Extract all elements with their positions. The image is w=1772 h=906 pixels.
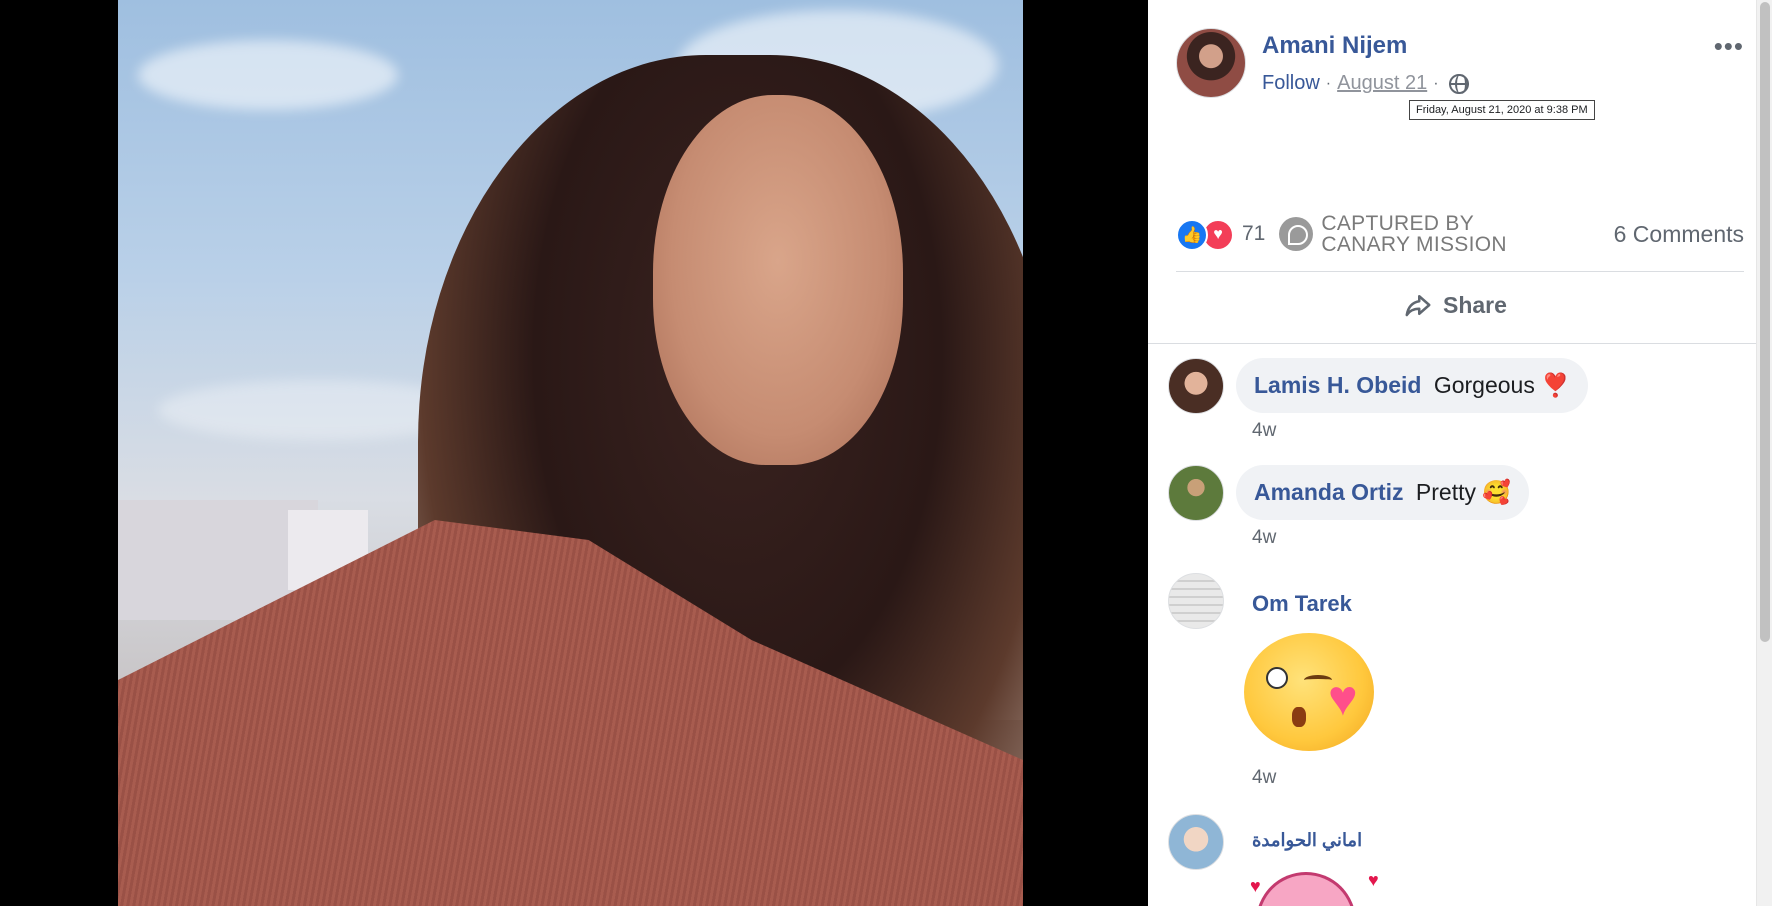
comment: Lamis H. Obeid Gorgeous ❣️ 4w [1168,358,1728,441]
scrollbar-thumb[interactable] [1760,2,1770,642]
comment-time[interactable]: 4w [1252,420,1276,442]
comment-text: Pretty 🥰 [1415,479,1512,505]
reaction-count[interactable]: 71 [1242,222,1265,246]
commenter-name[interactable]: Om Tarek [1252,591,1352,617]
commenter-avatar[interactable] [1168,358,1224,414]
heart-icon: ♥ [1368,870,1379,890]
divider [1148,343,1756,344]
share-label: Share [1443,291,1507,318]
share-icon [1405,295,1431,317]
like-icon: 👍 [1176,219,1208,251]
watermark-text: CAPTURED BY CANARY MISSION [1321,213,1506,255]
date-tooltip: Friday, August 21, 2020 at 9:38 PM [1409,100,1595,120]
commenter-name[interactable]: Lamis H. Obeid [1254,372,1421,398]
author-avatar[interactable] [1176,28,1246,98]
follow-link[interactable]: Follow [1262,72,1320,95]
globe-icon [1448,73,1469,94]
post-meta: Follow · August 21 · [1262,72,1469,95]
comment-text: Gorgeous ❣️ [1433,372,1570,398]
post-header: Amani Nijem Follow · August 21 · ••• [1176,28,1746,108]
comment-bubble: Lamis H. Obeid Gorgeous ❣️ [1236,358,1588,413]
canary-icon [1279,217,1314,251]
comment-bubble: Amanda Ortiz Pretty 🥰 [1236,465,1530,520]
watermark-line1: CAPTURED BY [1321,212,1475,235]
photo-viewer [0,0,1148,906]
share-button[interactable]: Share [1403,290,1507,320]
comment-time[interactable]: 4w [1252,767,1276,789]
more-options-icon[interactable]: ••• [1714,33,1744,59]
comment: Amanda Ortiz Pretty 🥰 4w [1168,465,1728,548]
scrollbar[interactable] [1756,0,1772,906]
commenter-avatar[interactable] [1168,573,1224,629]
commenter-avatar[interactable] [1168,465,1224,521]
reactions-bar: 👍 ♥ 71 CAPTURED BY CANARY MISSION 6 Comm… [1176,210,1744,258]
post-panel: Amani Nijem Follow · August 21 · ••• 👍 ♥… [1148,0,1772,906]
separator: · [1433,74,1439,92]
heart-icon: ♥ [1250,876,1261,896]
comment: اماني الحوامدة ♥ ♥ [1168,814,1728,906]
kiss-wink-emoji-sticker: ♥ [1244,633,1374,751]
watermark-line2: CANARY MISSION [1321,233,1507,256]
pink-character-sticker [1256,872,1356,906]
comments-count-link[interactable]: 6 Comments [1614,221,1744,248]
divider [1176,271,1744,272]
commenter-name[interactable]: اماني الحوامدة [1252,830,1362,851]
reaction-icons[interactable]: 👍 ♥ [1176,217,1234,251]
canary-mission-watermark: CAPTURED BY CANARY MISSION [1279,213,1507,255]
post-photo [118,0,1023,906]
commenter-avatar[interactable] [1168,814,1224,870]
comment-time[interactable]: 4w [1252,527,1276,549]
author-name[interactable]: Amani Nijem [1262,32,1407,60]
separator: · [1325,74,1332,92]
commenter-name[interactable]: Amanda Ortiz [1254,479,1404,505]
comment: Om Tarek ♥ 4w [1168,573,1728,793]
post-date-link[interactable]: August 21 [1337,72,1427,95]
